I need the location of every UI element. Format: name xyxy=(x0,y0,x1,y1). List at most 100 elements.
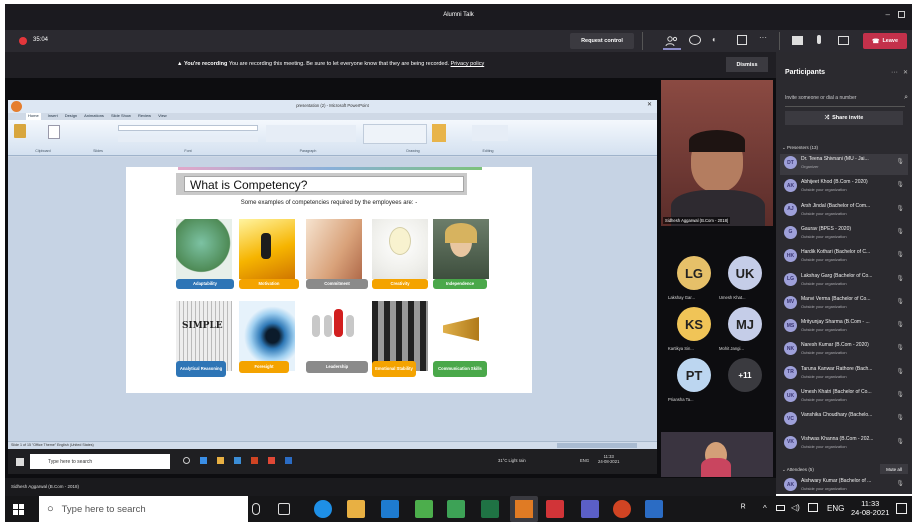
avatar-ks[interactable]: KS xyxy=(677,307,711,341)
reactions-icon[interactable]: ◐ xyxy=(712,35,724,46)
participant-row[interactable]: DT Dr. Teena Shivnani (MU - Jai... Organiz… xyxy=(780,154,908,175)
remote-windows-icon[interactable] xyxy=(16,458,24,466)
participant-row[interactable]: VC Vanshika Choudhary (Bachelo... 🎙︎ xyxy=(780,410,908,431)
file-explorer-icon[interactable] xyxy=(347,500,365,518)
microphone-icon[interactable] xyxy=(817,35,821,44)
participant-row[interactable]: VK Vishwas Khanna (B.Com - 202... Outside … xyxy=(780,434,908,455)
dismiss-button[interactable]: Dismiss xyxy=(726,57,768,72)
excel-icon[interactable] xyxy=(481,500,499,518)
remote-mail-icon[interactable] xyxy=(234,457,241,464)
remote-search-box[interactable]: Type here to search xyxy=(30,454,170,469)
participant-row[interactable]: AJ Arsh Jindal (Bachelor of Com... Outside… xyxy=(780,201,908,222)
edge-icon[interactable] xyxy=(314,500,332,518)
participant-row[interactable]: MS Mrityunjay Sharma (B.Com - ... Outside … xyxy=(780,317,908,338)
new-slide-icon[interactable] xyxy=(48,125,60,139)
presenters-header[interactable]: ⌄ Presenters (13) xyxy=(782,145,818,151)
share-screen-icon[interactable] xyxy=(838,36,849,45)
mic-muted-icon[interactable]: 🎙︎ xyxy=(896,298,904,305)
more-options-icon[interactable]: ··· xyxy=(759,33,767,42)
mic-muted-icon[interactable]: 🎙︎ xyxy=(896,275,904,282)
notifications-icon[interactable] xyxy=(896,503,907,514)
rooms-icon[interactable] xyxy=(737,35,747,45)
sway-icon[interactable] xyxy=(447,500,465,518)
participant-row[interactable]: NK Naresh Kumar (B.Com - 2020) Outside you… xyxy=(780,340,908,361)
editing-tools[interactable] xyxy=(472,125,508,141)
avatar-uk[interactable]: UK xyxy=(728,256,762,290)
mic-muted-icon[interactable]: 🎙︎ xyxy=(896,205,904,212)
participant-row[interactable]: G Gaurav (BPES - 2020) Outside your organi… xyxy=(780,224,908,245)
remote-edge-icon[interactable] xyxy=(200,457,207,464)
avatar-mj[interactable]: MJ xyxy=(728,307,762,341)
invite-input[interactable]: Invite someone or dial a number xyxy=(785,91,905,107)
font-format-row[interactable] xyxy=(118,136,258,142)
remote-cortana-icon[interactable] xyxy=(183,457,190,464)
shapes-gallery[interactable] xyxy=(363,124,427,144)
remote-chrome-icon[interactable] xyxy=(268,457,275,464)
search-icon[interactable]: ⌕ xyxy=(904,94,908,102)
participant-row[interactable]: MV Manvi Verma (Bachelor of Co... Outside … xyxy=(780,294,908,315)
participant-row[interactable]: UK Umesh Khatri (Bachelor of Co... Outside… xyxy=(780,387,908,408)
more-participants-tile[interactable]: +11 xyxy=(728,358,762,392)
volume-icon[interactable]: ◁) xyxy=(791,503,800,512)
paragraph-tools[interactable] xyxy=(266,125,356,142)
self-view[interactable] xyxy=(661,432,773,477)
tab-view[interactable]: View xyxy=(158,113,167,120)
participant-row[interactable]: AK Aishwary Kumar (Bachelor of ... Outside… xyxy=(780,476,908,497)
windows-start-icon[interactable] xyxy=(13,504,24,515)
mic-muted-icon[interactable]: 🎙︎ xyxy=(896,414,904,421)
panel-more-icon[interactable]: ··· xyxy=(891,69,898,76)
taskbar-search-box[interactable]: ○ Type here to search xyxy=(39,496,248,522)
mic-muted-icon[interactable]: 🎙︎ xyxy=(896,251,904,258)
presenter-video[interactable]: Sidhesh Aggarwal (B.Com - 2018) xyxy=(661,80,773,226)
avatar-pt[interactable]: PT xyxy=(677,358,711,392)
avatar-lg[interactable]: LG xyxy=(677,256,711,290)
participant-row[interactable]: AK Abhijeet Khod (B.Com - 2020) Outside yo… xyxy=(780,177,908,198)
tab-home[interactable]: Home xyxy=(26,113,41,120)
mic-muted-icon[interactable]: 🎙︎ xyxy=(896,321,904,328)
panel-close-icon[interactable]: ✕ xyxy=(903,69,908,76)
mic-muted-icon[interactable]: 🎙︎ xyxy=(896,181,904,188)
share-invite-button[interactable]: ⤮ Share invite xyxy=(785,111,903,125)
attendees-header[interactable]: ⌄ Attendees (5) xyxy=(782,467,814,473)
word-icon[interactable] xyxy=(645,500,663,518)
taskbar-clock[interactable]: 11:33 24-08-2021 xyxy=(851,499,889,517)
remote-explorer-icon[interactable] xyxy=(217,457,224,464)
zoom-slider[interactable] xyxy=(557,443,637,448)
mic-muted-icon[interactable]: 🎙︎ xyxy=(896,228,904,235)
language-indicator[interactable]: ENG xyxy=(827,504,844,513)
ppt-close-icon[interactable]: ✕ xyxy=(647,101,652,108)
arrange-icon[interactable] xyxy=(432,124,446,142)
mic-muted-icon[interactable]: 🎙︎ xyxy=(896,480,904,487)
microphone-icon[interactable] xyxy=(252,503,260,515)
privacy-policy-link[interactable]: Privacy policy xyxy=(451,61,485,67)
participant-row[interactable]: LG Lakshay Garg (Bachelor of Co... Outside… xyxy=(780,271,908,292)
font-box[interactable] xyxy=(118,125,258,131)
task-view-icon[interactable] xyxy=(278,503,290,515)
maximize-icon[interactable] xyxy=(898,11,905,18)
chat-icon[interactable] xyxy=(689,35,701,45)
leave-button[interactable]: ☎ Leave xyxy=(863,33,907,49)
mic-muted-icon[interactable]: 🎙︎ xyxy=(896,158,904,165)
mic-muted-icon[interactable]: 🎙︎ xyxy=(896,344,904,351)
participants-toggle-button[interactable] xyxy=(663,33,681,50)
teams-icon[interactable] xyxy=(581,500,599,518)
battery-icon[interactable] xyxy=(776,505,785,511)
mic-muted-icon[interactable]: 🎙︎ xyxy=(896,438,904,445)
mute-all-button[interactable]: Mute all xyxy=(880,464,908,474)
tab-insert[interactable]: Insert xyxy=(48,113,58,120)
mic-muted-icon[interactable]: 🎙︎ xyxy=(896,368,904,375)
minimize-icon[interactable]: – xyxy=(886,10,890,19)
paste-icon[interactable] xyxy=(14,124,26,138)
outlook-active-tab[interactable] xyxy=(510,496,538,522)
request-control-button[interactable]: Request control xyxy=(570,33,634,49)
network-icon[interactable] xyxy=(808,503,818,512)
tab-design[interactable]: Design xyxy=(65,113,77,120)
tab-animations[interactable]: Animations xyxy=(84,113,104,120)
remote-ppt-icon[interactable] xyxy=(251,457,258,464)
tab-review[interactable]: Review xyxy=(138,113,151,120)
mail-icon[interactable] xyxy=(381,500,399,518)
participant-row[interactable]: TR Taruna Kanwar Rathore (Bach... Outside … xyxy=(780,364,908,385)
remote-word-icon[interactable] xyxy=(285,457,292,464)
excel-chart-icon[interactable] xyxy=(415,500,433,518)
powerpoint-icon[interactable] xyxy=(613,500,631,518)
